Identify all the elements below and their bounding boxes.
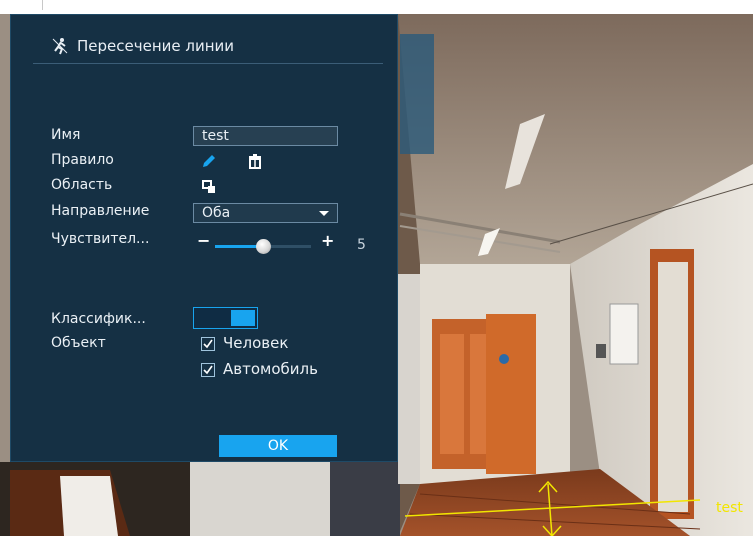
pencil-icon[interactable] <box>201 153 217 169</box>
sensitivity-plus-button[interactable]: + <box>321 231 334 250</box>
checkbox-person-label: Человек <box>223 334 289 352</box>
sensitivity-minus-button[interactable]: − <box>197 231 210 250</box>
title-divider <box>33 63 383 64</box>
rule-label: Правило <box>51 152 114 168</box>
name-input[interactable]: test <box>193 126 338 146</box>
sensitivity-label: Чувствител... <box>51 231 150 247</box>
direction-label: Направление <box>51 203 150 219</box>
line-rule-label: test <box>716 500 743 516</box>
panel-title-text: Пересечение линии <box>77 37 235 55</box>
area-label: Область <box>51 177 113 193</box>
ok-button[interactable]: OK <box>219 435 337 457</box>
direction-select[interactable]: Оба <box>193 203 338 223</box>
checkbox-vehicle-label: Автомобиль <box>223 360 318 378</box>
name-label: Имя <box>51 127 81 143</box>
chevron-down-icon <box>319 211 329 216</box>
toggle-knob <box>231 310 255 326</box>
classification-toggle[interactable] <box>193 307 258 329</box>
top-bar <box>0 0 753 14</box>
line-crossing-panel: Пересечение линии Имя test Правило Облас… <box>10 14 398 462</box>
checkbox-person[interactable] <box>201 337 215 351</box>
checkbox-vehicle[interactable] <box>201 363 215 377</box>
classification-label: Классифик... <box>51 311 146 327</box>
check-icon <box>203 365 213 375</box>
check-icon <box>203 339 213 349</box>
trash-icon[interactable] <box>247 153 263 169</box>
top-bar-divider <box>42 0 43 10</box>
running-man-line-icon <box>52 38 68 55</box>
panel-title: Пересечение линии <box>51 37 234 55</box>
area-draw-icon[interactable] <box>201 179 217 195</box>
object-label: Объект <box>51 335 106 351</box>
sensitivity-slider-knob[interactable] <box>256 239 271 254</box>
direction-value: Оба <box>202 205 231 221</box>
sensitivity-value: 5 <box>357 237 366 253</box>
sensitivity-slider[interactable] <box>215 239 311 254</box>
